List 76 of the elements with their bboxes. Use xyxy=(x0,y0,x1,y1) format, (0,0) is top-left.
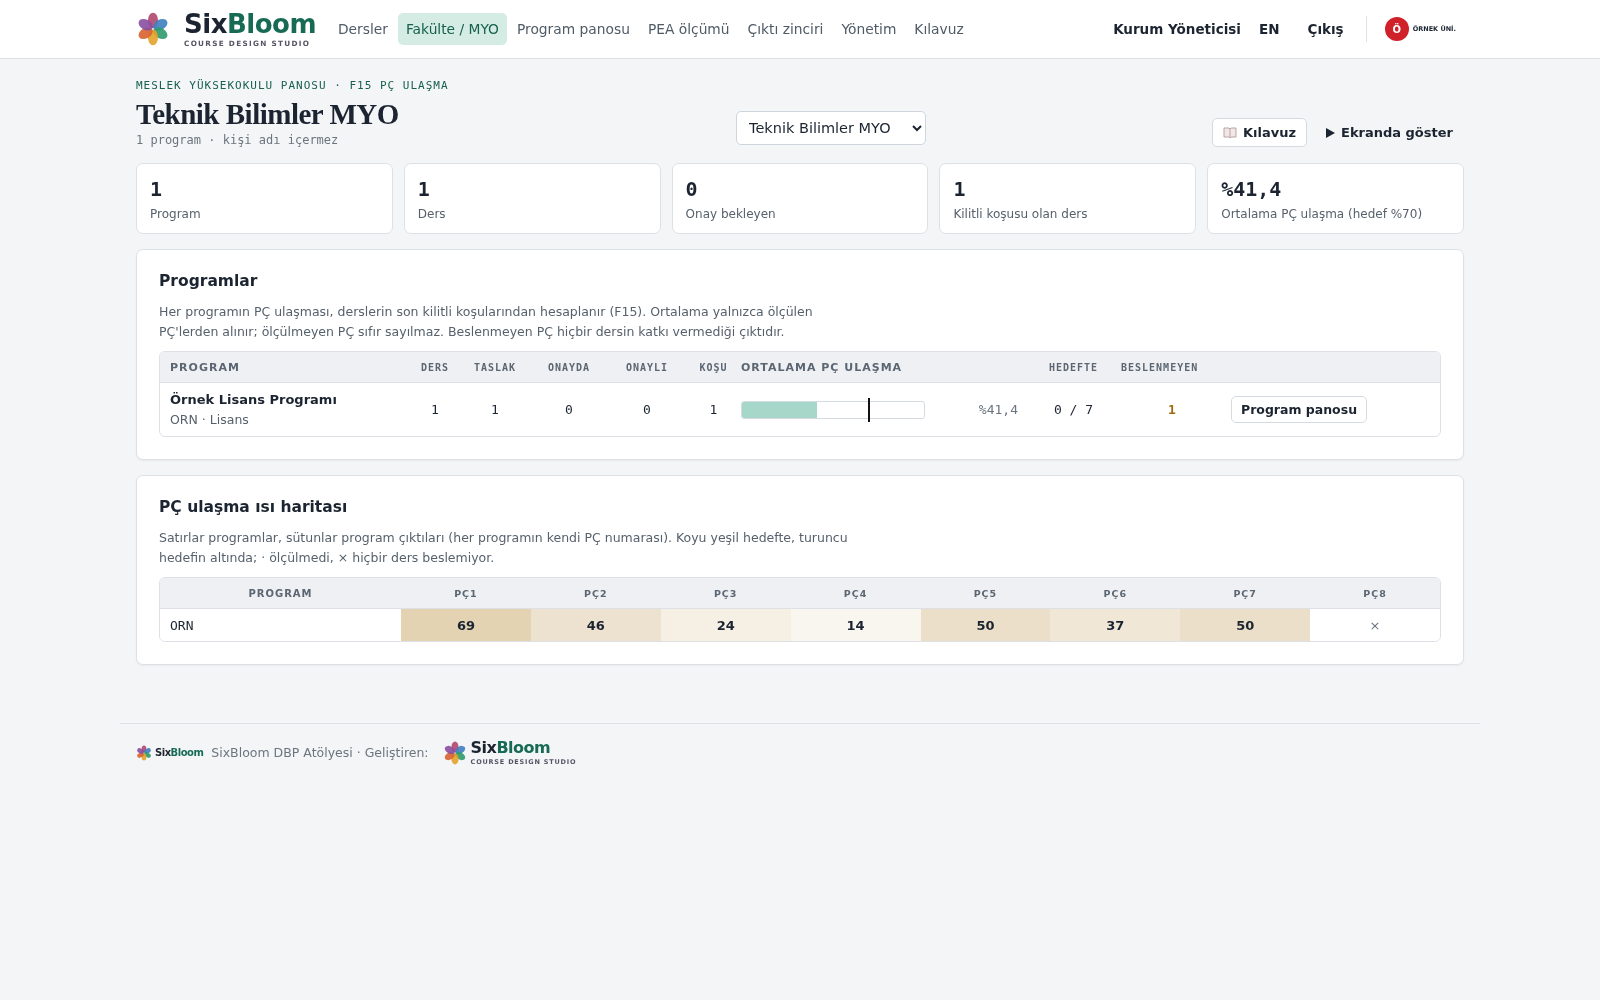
language-link[interactable]: EN xyxy=(1258,21,1280,37)
column-header: PÇ1 xyxy=(453,587,479,599)
developer-brand-wordmark: SixBloom xyxy=(470,740,552,756)
program-dashboard-button[interactable]: Program panosu xyxy=(1231,396,1368,423)
stat-label: Kilitli koşusu olan ders xyxy=(953,207,1089,221)
table-cell-text: 0 xyxy=(564,402,574,417)
footer-brand-wordmark: SixBloom xyxy=(155,747,204,758)
stat-value: %41,4 xyxy=(1221,177,1283,201)
heatmap-cell: 14 xyxy=(790,609,921,641)
heatmap-cell: 46 xyxy=(530,609,661,641)
nav-tab[interactable]: Dersler xyxy=(329,13,396,45)
logout-link[interactable]: Çıkış xyxy=(1307,21,1344,37)
guide-button[interactable]: Kılavuz xyxy=(1211,118,1307,147)
program-name: Örnek Lisans Programı xyxy=(170,392,338,407)
nav-tab[interactable]: Kılavuz xyxy=(906,13,972,45)
column-header: PÇ6 xyxy=(1102,587,1129,599)
column-header: KOŞU xyxy=(698,361,729,373)
stat-value: 1 xyxy=(417,177,431,201)
column-header: PÇ7 xyxy=(1232,587,1258,599)
column-header: PÇ5 xyxy=(972,587,999,599)
logo-icon xyxy=(442,740,467,765)
page-subtitle: 1 program · kişi adı içermez xyxy=(136,133,340,147)
stat-label: Program xyxy=(150,207,202,221)
column-header: DERS xyxy=(419,361,451,373)
stat-label: Onay bekleyen xyxy=(685,207,777,221)
column-header: HEDEFTE xyxy=(1047,361,1100,373)
column-header: PROGRAM xyxy=(247,587,314,599)
nav-tab[interactable]: Çıktı zinciri xyxy=(739,13,832,45)
stat-value: 1 xyxy=(953,177,967,201)
nav-tab[interactable]: Program panosu xyxy=(508,13,638,45)
present-button[interactable]: Ekranda göster xyxy=(1315,118,1464,147)
column-header: BESLENMEYEN xyxy=(1121,361,1200,373)
table-cell-text: 1 xyxy=(708,402,719,417)
logo-icon xyxy=(136,12,170,46)
section-description: Her programın PÇ ulaşması, derslerin son kilitli koşularından hesaplanır (F15). Ortalama yalnızca ölçülen PÇ'lerden alınır; ölçülmeyen PÇ sıfır sayılmaz. Beslenmeyen PÇ hiçbir dersin katkı vermediği çıktıdır. xyxy=(159,303,814,341)
stat-value: 0 xyxy=(685,177,699,201)
table-cell-text: 0 / 7 xyxy=(1052,402,1095,417)
column-header: ONAYDA xyxy=(546,361,592,373)
column-header: ORTALAMA PÇ ULAŞMA xyxy=(741,360,904,374)
heatmap-cell: 50 xyxy=(920,609,1051,641)
stat-label: Ortalama PÇ ulaşma (hedef %70) xyxy=(1221,207,1424,221)
breadcrumb: MESLEK YÜKSEKOKULU PANOSU · F15 PÇ ULAŞMA xyxy=(136,79,450,92)
institution-badge: Ö xyxy=(1384,17,1409,41)
column-header: PROGRAM xyxy=(170,360,241,374)
stat-value: 1 xyxy=(150,177,164,201)
nav-tab[interactable]: PEA ölçümü xyxy=(639,13,738,45)
column-header: PÇ8 xyxy=(1362,587,1388,599)
table-cell-text: 1 xyxy=(490,402,500,417)
column-header: PÇ2 xyxy=(583,587,609,599)
table-cell-text: 1 xyxy=(430,402,440,417)
nav-tab[interactable]: Yönetim xyxy=(833,13,905,45)
heatmap-cell: 24 xyxy=(660,609,791,641)
column-header: TASLAK xyxy=(472,361,518,373)
page-title: Teknik Bilimler MYO xyxy=(136,98,400,131)
heatmap-cell: 69 xyxy=(401,609,531,641)
table-cell-text: 1 xyxy=(1167,402,1177,417)
heatmap-cell: 37 xyxy=(1050,609,1181,641)
section-title: Programlar xyxy=(159,272,259,290)
column-header: PÇ4 xyxy=(842,587,869,599)
footer-text: SixBloom DBP Atölyesi · Geliştiren: xyxy=(211,745,429,761)
user-role: Kurum Yöneticisi xyxy=(1113,21,1241,37)
section-title: PÇ ulaşma ısı haritası xyxy=(159,498,349,516)
table-cell-text: %41,4 xyxy=(977,402,1019,417)
unit-select[interactable]: Teknik Bilimler MYO xyxy=(736,111,926,145)
book-icon xyxy=(1222,127,1237,138)
brand-wordmark: SixBloom xyxy=(184,10,316,37)
column-header: ONAYLI xyxy=(624,361,670,373)
logo-icon xyxy=(136,744,152,761)
column-header: PÇ3 xyxy=(712,587,739,599)
table-cell-text: 0 xyxy=(642,402,652,417)
program-meta: ORN · Lisans xyxy=(170,412,250,427)
play-icon xyxy=(1326,127,1335,138)
section-description: Satırlar programlar, sütunlar program çıktıları (her programın kendi PÇ numarası). Koyu yeşil hedefte, turuncu hedefin altında; · ölçülmedi, × hiçbir ders beslemiyor. xyxy=(159,529,849,567)
stat-label: Ders xyxy=(417,207,447,221)
nav-tab[interactable]: Fakülte / MYO xyxy=(397,13,507,45)
heatmap-cell: 50 xyxy=(1180,609,1311,641)
